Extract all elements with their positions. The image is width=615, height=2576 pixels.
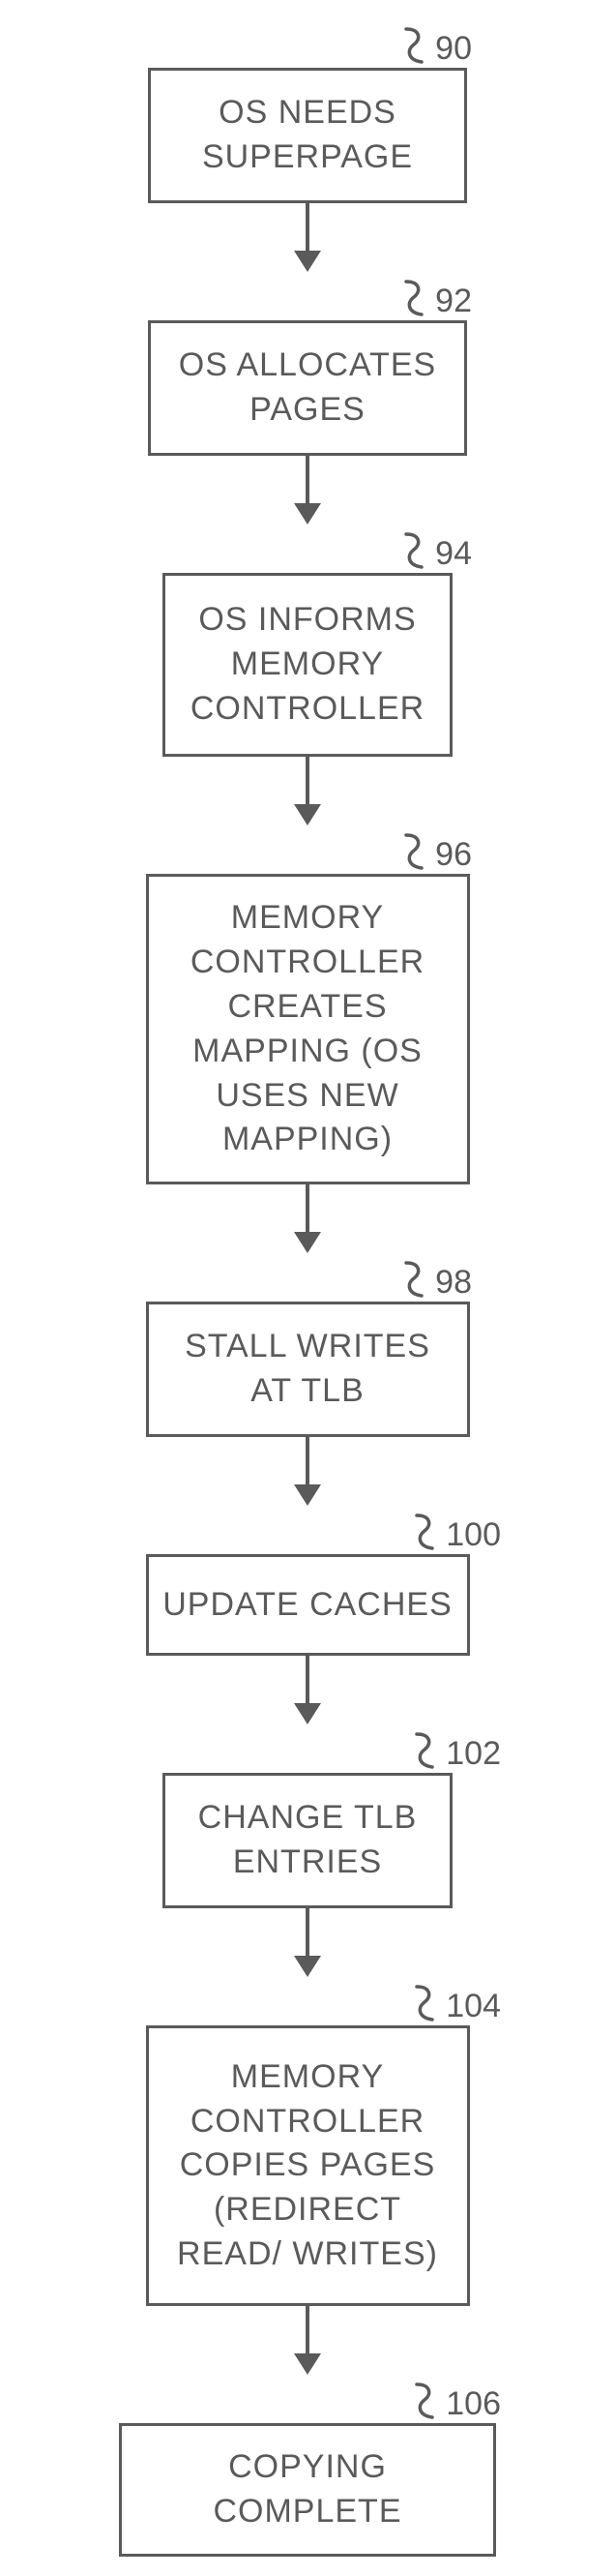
arrow-line bbox=[306, 1437, 309, 1485]
flow-step: 104MEMORY CONTROLLER COPIES PAGES (REDIR… bbox=[0, 1977, 615, 2306]
squiggle-icon bbox=[400, 831, 435, 874]
flow-step: 106COPYING COMPLETE bbox=[0, 2375, 615, 2557]
step-ref-row: 94 bbox=[104, 524, 511, 573]
arrow-line bbox=[306, 203, 309, 252]
step-ref-number: 96 bbox=[435, 836, 472, 874]
flow-box: OS INFORMS MEMORY CONTROLLER bbox=[162, 573, 453, 757]
flow-box: COPYING COMPLETE bbox=[119, 2423, 496, 2557]
step-ref-number: 92 bbox=[435, 283, 472, 320]
flow-arrow bbox=[294, 456, 321, 524]
step-ref-row: 92 bbox=[104, 272, 511, 320]
flow-box: MEMORY CONTROLLER CREATES MAPPING (OS US… bbox=[146, 874, 470, 1184]
flow-arrow bbox=[294, 1656, 321, 1724]
arrow-head-icon bbox=[294, 1484, 321, 1506]
arrow-head-icon bbox=[294, 2353, 321, 2375]
flow-box: OS NEEDS SUPERPAGE bbox=[148, 68, 467, 203]
step-ref-row: 90 bbox=[104, 19, 511, 68]
arrow-head-icon bbox=[294, 1232, 321, 1253]
squiggle-icon bbox=[400, 278, 435, 320]
squiggle-icon bbox=[400, 530, 435, 573]
flow-box: OS ALLOCATES PAGES bbox=[148, 320, 467, 456]
step-ref-number: 104 bbox=[446, 1988, 501, 2025]
step-ref-row: 102 bbox=[104, 1724, 511, 1773]
step-ref-number: 100 bbox=[446, 1516, 501, 1554]
squiggle-icon bbox=[411, 1730, 446, 1773]
flowchart-container: 90OS NEEDS SUPERPAGE 92OS ALLOCATES PAGES… bbox=[0, 19, 615, 2557]
arrow-line bbox=[306, 456, 309, 504]
flow-step: 96MEMORY CONTROLLER CREATES MAPPING (OS … bbox=[0, 825, 615, 1184]
arrow-line bbox=[306, 1656, 309, 1704]
step-ref-number: 102 bbox=[446, 1735, 501, 1773]
step-ref-row: 96 bbox=[104, 825, 511, 874]
squiggle-icon bbox=[411, 1983, 446, 2025]
arrow-head-icon bbox=[294, 804, 321, 825]
arrow-line bbox=[306, 1908, 309, 1957]
step-ref-number: 90 bbox=[435, 30, 472, 68]
flow-step: 102CHANGE TLB ENTRIES bbox=[0, 1724, 615, 1908]
flow-arrow bbox=[294, 1437, 321, 1506]
arrow-line bbox=[306, 1184, 309, 1233]
step-ref-row: 104 bbox=[104, 1977, 511, 2025]
arrow-head-icon bbox=[294, 1703, 321, 1724]
arrow-head-icon bbox=[294, 1956, 321, 1977]
flow-arrow bbox=[294, 1908, 321, 1977]
flow-step: 100UPDATE CACHES bbox=[0, 1506, 615, 1656]
step-ref-number: 98 bbox=[435, 1264, 472, 1302]
flow-arrow bbox=[294, 203, 321, 272]
flow-arrow bbox=[294, 2306, 321, 2375]
step-ref-number: 106 bbox=[446, 2385, 501, 2423]
flow-step: 90OS NEEDS SUPERPAGE bbox=[0, 19, 615, 203]
squiggle-icon bbox=[400, 25, 435, 68]
flow-box: CHANGE TLB ENTRIES bbox=[162, 1773, 453, 1908]
flow-box: UPDATE CACHES bbox=[146, 1554, 470, 1656]
flow-box: STALL WRITES AT TLB bbox=[146, 1302, 470, 1437]
arrow-head-icon bbox=[294, 251, 321, 272]
flow-arrow bbox=[294, 1184, 321, 1253]
squiggle-icon bbox=[411, 2381, 446, 2423]
flow-step: 92OS ALLOCATES PAGES bbox=[0, 272, 615, 456]
arrow-line bbox=[306, 2306, 309, 2354]
flow-box: MEMORY CONTROLLER COPIES PAGES (REDIRECT… bbox=[146, 2025, 470, 2306]
step-ref-row: 100 bbox=[104, 1506, 511, 1554]
arrow-line bbox=[306, 757, 309, 805]
flow-arrow bbox=[294, 757, 321, 825]
step-ref-number: 94 bbox=[435, 535, 472, 573]
step-ref-row: 106 bbox=[104, 2375, 511, 2423]
arrow-head-icon bbox=[294, 503, 321, 524]
squiggle-icon bbox=[400, 1259, 435, 1302]
step-ref-row: 98 bbox=[104, 1253, 511, 1302]
flow-step: 94OS INFORMS MEMORY CONTROLLER bbox=[0, 524, 615, 757]
flow-step: 98STALL WRITES AT TLB bbox=[0, 1253, 615, 1437]
squiggle-icon bbox=[411, 1512, 446, 1554]
